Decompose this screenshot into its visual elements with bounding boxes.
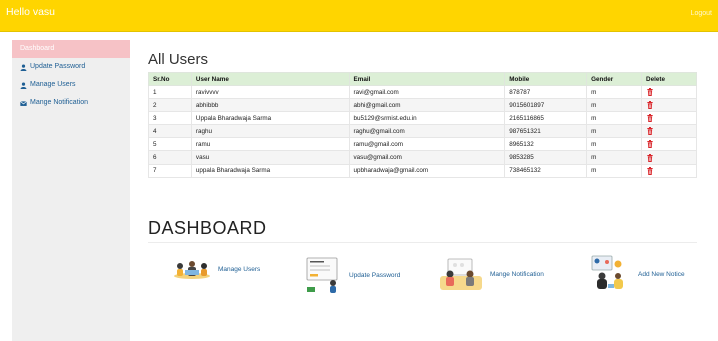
table-row: 6 vasu vasu@gmail.com 9853285 m xyxy=(148,150,697,165)
dashboard-title: DASHBOARD xyxy=(148,218,267,238)
sidebar-item-label: Update Password xyxy=(30,63,86,70)
cell-mobile: 878787 xyxy=(504,84,588,100)
cell-sr-no: 1 xyxy=(148,84,192,100)
table-row: 3 Uppala Bharadwaja Sarma bu5129@srmist.ed… xyxy=(148,111,697,126)
card-label: Manage Users xyxy=(218,265,261,273)
cell-user-name: uppala Bharadwaja Sarma xyxy=(190,163,350,178)
cell-email: bu5129@srmist.edu.in xyxy=(348,111,506,126)
card-label: Update Password xyxy=(349,271,401,279)
col-header-gender: Gender xyxy=(586,72,643,86)
cell-gender: m xyxy=(586,84,643,100)
cell-gender: m xyxy=(586,98,643,113)
cell-sr-no: 4 xyxy=(148,124,192,139)
cell-delete xyxy=(641,137,697,152)
table-header-row: Sr.No User Name Email Mobile Gender Dele… xyxy=(148,72,697,86)
trash-icon[interactable] xyxy=(646,140,654,149)
cell-gender: m xyxy=(586,124,643,139)
cell-email: raghu@gmail.com xyxy=(348,124,506,139)
divider xyxy=(148,242,697,243)
cell-mobile: 8965132 xyxy=(504,137,588,152)
cell-email: ramu@gmail.com xyxy=(348,137,506,152)
cell-gender: m xyxy=(586,163,643,178)
add-new-notice-illustration xyxy=(591,255,623,289)
page-title: All Users xyxy=(148,51,209,68)
card-label: Mange Notification xyxy=(490,270,544,278)
trash-icon[interactable] xyxy=(646,88,654,97)
col-header-mobile: Mobile xyxy=(504,72,588,86)
sidebar-item-label: Manage Users xyxy=(30,81,76,88)
cell-user-name: raghu xyxy=(190,124,350,139)
cell-email: ravi@gmail.com xyxy=(348,84,506,100)
cell-mobile: 738465132 xyxy=(504,163,588,178)
mange-notification-card[interactable]: Mange Notification xyxy=(438,256,544,292)
users-table: Sr.No User Name Email Mobile Gender Dele… xyxy=(148,72,697,178)
cell-mobile: 9853285 xyxy=(504,150,588,165)
cell-user-name: vasu xyxy=(190,150,350,165)
table-row: 1 ravivvvv ravi@gmail.com 878787 m xyxy=(148,84,697,100)
user-icon xyxy=(20,81,27,89)
sidebar-item-update-password[interactable]: Update Password xyxy=(12,58,130,76)
cell-user-name: Uppala Bharadwaja Sarma xyxy=(190,111,350,126)
update-password-card[interactable]: Update Password xyxy=(303,256,400,294)
trash-icon[interactable] xyxy=(646,166,654,175)
cell-gender: m xyxy=(586,111,643,126)
trash-icon[interactable] xyxy=(646,101,654,110)
manage-users-illustration xyxy=(174,261,210,279)
cell-delete xyxy=(641,84,697,100)
cell-sr-no: 3 xyxy=(148,111,192,126)
top-navbar: Hello vasu Logout xyxy=(0,0,718,32)
cell-sr-no: 5 xyxy=(148,137,192,152)
cell-delete xyxy=(641,124,697,139)
trash-icon[interactable] xyxy=(646,114,654,123)
sidebar-item-dashboard[interactable]: Dashboard xyxy=(12,40,130,58)
add-new-notice-card[interactable]: Add New Notice xyxy=(588,254,685,294)
sidebar-item-label: Dashboard xyxy=(20,45,55,52)
cell-delete xyxy=(641,150,697,165)
sidebar-item-manage-users[interactable]: Manage Users xyxy=(12,76,130,94)
cell-email: vasu@gmail.com xyxy=(348,150,506,165)
cell-mobile: 2165116865 xyxy=(504,111,588,126)
sidebar-item-mange-notification[interactable]: Mange Notification xyxy=(12,94,130,112)
cell-email: upbharadwaja@gmail.com xyxy=(348,163,506,178)
cell-gender: m xyxy=(586,137,643,152)
col-header-email: Email xyxy=(348,72,506,86)
cell-delete xyxy=(641,111,697,126)
col-header-sr-no: Sr.No xyxy=(148,72,192,86)
card-label: Add New Notice xyxy=(638,270,685,278)
logout-link[interactable]: Logout xyxy=(691,10,712,17)
mange-notification-illustration xyxy=(440,258,482,290)
cell-email: abhi@gmail.com xyxy=(348,98,506,113)
col-header-delete: Delete xyxy=(641,72,697,86)
cell-user-name: ramu xyxy=(190,137,350,152)
greeting-text: Hello vasu xyxy=(6,6,56,18)
cell-mobile: 9015601897 xyxy=(504,98,588,113)
table-row: 5 ramu ramu@gmail.com 8965132 m xyxy=(148,137,697,152)
user-icon xyxy=(20,63,27,71)
cell-user-name: abhibbb xyxy=(190,98,350,113)
table-row: 2 abhibbb abhi@gmail.com 9015601897 m xyxy=(148,98,697,113)
table-row: 7 uppala Bharadwaja Sarma upbharadwaja@gma… xyxy=(148,163,697,178)
cell-sr-no: 6 xyxy=(148,150,192,165)
cell-user-name: ravivvvv xyxy=(190,84,350,100)
cell-gender: m xyxy=(586,150,643,165)
cell-sr-no: 7 xyxy=(148,163,192,178)
sidebar: Dashboard Update Password Manage Users M… xyxy=(12,40,130,341)
col-header-user-name: User Name xyxy=(190,72,350,86)
cell-delete xyxy=(641,163,697,178)
update-password-illustration xyxy=(306,257,338,293)
cell-sr-no: 2 xyxy=(148,98,192,113)
envelope-icon xyxy=(20,100,27,106)
trash-icon[interactable] xyxy=(646,153,654,162)
table-row: 4 raghu raghu@gmail.com 987651321 m xyxy=(148,124,697,139)
cell-mobile: 987651321 xyxy=(504,124,588,139)
manage-users-card[interactable]: Manage Users xyxy=(172,258,260,280)
sidebar-item-label: Mange Notification xyxy=(30,99,88,106)
trash-icon[interactable] xyxy=(646,127,654,136)
cell-delete xyxy=(641,98,697,113)
